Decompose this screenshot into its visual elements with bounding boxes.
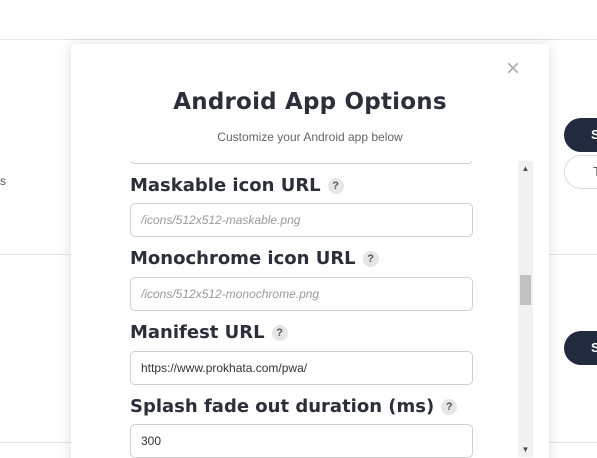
splash-fade-label: Splash fade out duration (ms) ? bbox=[130, 396, 458, 417]
help-icon[interactable]: ? bbox=[327, 177, 344, 194]
help-icon[interactable]: ? bbox=[362, 250, 379, 267]
scroll-up-icon[interactable]: ▲ bbox=[518, 161, 533, 176]
modal-subtitle: Customize your Android app below bbox=[217, 130, 403, 144]
splash-fade-duration-input[interactable] bbox=[130, 424, 473, 458]
manifest-url-label-text: Manifest URL bbox=[130, 322, 265, 343]
splash-fade-label-text: Splash fade out duration (ms) bbox=[130, 396, 435, 417]
scroll-down-icon[interactable]: ▼ bbox=[518, 442, 533, 457]
maskable-icon-label-text: Maskable icon URL bbox=[130, 175, 321, 196]
android-options-modal: × Android App Options Customize your And… bbox=[71, 44, 549, 458]
bg-secondary-button[interactable]: T bbox=[564, 155, 597, 189]
maskable-icon-url-input[interactable] bbox=[130, 203, 473, 237]
monochrome-icon-label: Monochrome icon URL ? bbox=[130, 248, 379, 269]
options-scroll-area[interactable]: Maskable icon URL ? Monochrome icon URL … bbox=[130, 161, 473, 458]
monochrome-icon-label-text: Monochrome icon URL bbox=[130, 248, 356, 269]
bg-side-text: s bbox=[0, 174, 6, 188]
modal-title: Android App Options bbox=[173, 89, 447, 115]
close-icon[interactable]: × bbox=[502, 57, 524, 81]
options-scrollbar[interactable]: ▲ ▼ bbox=[518, 161, 533, 457]
bg-primary-button[interactable]: S bbox=[564, 118, 597, 152]
previous-field-input[interactable] bbox=[130, 161, 473, 164]
scrollbar-thumb[interactable] bbox=[520, 275, 531, 306]
manifest-url-label: Manifest URL ? bbox=[130, 322, 288, 343]
maskable-icon-label: Maskable icon URL ? bbox=[130, 175, 344, 196]
monochrome-icon-url-input[interactable] bbox=[130, 277, 473, 311]
bg-primary-button-2[interactable]: S bbox=[564, 331, 597, 365]
help-icon[interactable]: ? bbox=[271, 324, 288, 341]
manifest-url-input[interactable] bbox=[130, 351, 473, 385]
bg-divider-top bbox=[0, 39, 597, 40]
help-icon[interactable]: ? bbox=[441, 398, 458, 415]
